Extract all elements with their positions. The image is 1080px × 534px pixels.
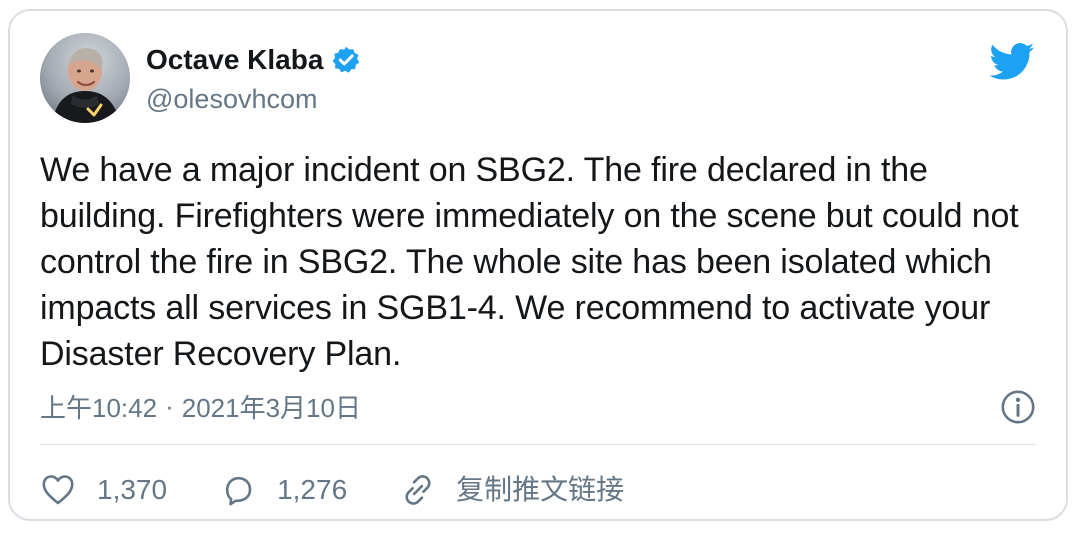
tweet-card[interactable]: Octave Klaba @olesovhcom We have a major…: [8, 9, 1068, 521]
reply-button[interactable]: 1,276: [220, 469, 347, 511]
copy-link-label: 复制推文链接: [456, 474, 625, 505]
author-photo: [40, 33, 130, 123]
author-name-row[interactable]: Octave Klaba: [146, 43, 646, 77]
meta-separator: ·: [165, 390, 174, 421]
tweet-divider: [40, 444, 1036, 445]
twitter-bird-icon[interactable]: [989, 43, 1035, 81]
verified-badge-icon: [332, 46, 360, 73]
author-handle[interactable]: @olesovhcom: [146, 83, 646, 115]
heart-icon: [42, 475, 74, 505]
tweet-text: We have a major incident on SBG2. The fi…: [40, 151, 1019, 373]
author-avatar[interactable]: [40, 33, 130, 123]
tweet-actions: 1,370 1,276 复制推文链接: [40, 469, 624, 511]
author-info[interactable]: Octave Klaba @olesovhcom: [146, 43, 646, 115]
reply-bubble-icon: [225, 476, 252, 506]
reply-count: 1,276: [277, 474, 348, 505]
tweet-time[interactable]: 上午10:42: [40, 388, 157, 425]
copy-link-button[interactable]: 复制推文链接: [400, 469, 624, 511]
tweet-date[interactable]: 2021年3月10日: [182, 388, 361, 425]
info-icon[interactable]: [1000, 389, 1036, 425]
link-icon: [405, 475, 431, 505]
tweet-meta: 上午10:42 · 2021年3月10日: [40, 389, 361, 423]
author-name[interactable]: Octave Klaba: [146, 43, 323, 77]
like-button[interactable]: 1,370: [40, 469, 167, 511]
like-count: 1,370: [97, 474, 168, 505]
